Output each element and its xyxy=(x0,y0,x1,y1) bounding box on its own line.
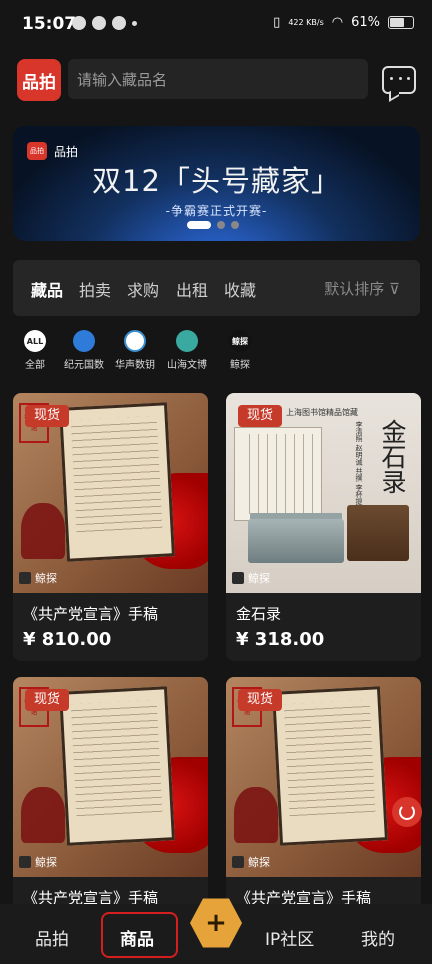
sort-button[interactable]: 默认排序 ⊽ xyxy=(324,278,400,299)
stock-badge: 现货 xyxy=(238,689,283,711)
dot-icon xyxy=(132,21,137,26)
banner-subtitle: -争霸赛正式开赛- xyxy=(165,204,268,218)
brand-label: 华声数钥 xyxy=(115,360,155,371)
book-box-graphic xyxy=(347,505,409,561)
brand-label: 全部 xyxy=(25,360,45,371)
nav-home[interactable]: 品拍 xyxy=(35,925,69,950)
brand-huasheng[interactable]: 华声数钥 xyxy=(115,330,155,371)
tab-rent[interactable]: 出租 xyxy=(176,277,208,301)
manuscript-graphic xyxy=(59,686,175,846)
filter-icon: ⊽ xyxy=(389,280,400,298)
tab-favorites[interactable]: 收藏 xyxy=(224,277,256,301)
shop-logo-icon xyxy=(19,856,31,868)
bust-graphic xyxy=(21,503,65,559)
stock-badge: 现货 xyxy=(25,689,70,711)
category-tabs: 藏品 拍卖 求购 出租 收藏 默认排序 ⊽ xyxy=(13,260,420,316)
brand-label: 山海文博 xyxy=(167,360,207,371)
tab-collection[interactable]: 藏品 xyxy=(31,277,63,301)
shop-logo-icon xyxy=(232,572,244,584)
pager-dot-active[interactable] xyxy=(187,221,211,229)
active-nav-highlight xyxy=(101,912,178,958)
shop-label: 鲸探 xyxy=(232,570,270,586)
notification-icons xyxy=(72,16,137,30)
shop-logo-icon xyxy=(232,856,244,868)
banner-title: 双12「头号藏家」 xyxy=(92,164,341,198)
refresh-icon[interactable] xyxy=(392,797,422,827)
wifi-icon: ◠ xyxy=(331,15,344,30)
product-price: ¥ 318.00 xyxy=(236,629,325,650)
manuscript-graphic xyxy=(59,402,175,562)
app-logo[interactable]: 品拍 xyxy=(17,59,61,101)
status-bar: 15:07 ▯ 422 KB/s ◠ 61% xyxy=(0,0,432,50)
product-price: ¥ 810.00 xyxy=(23,629,112,650)
manuscript-graphic xyxy=(272,686,388,846)
vibrate-icon: ▯ xyxy=(273,15,281,30)
brand-filter: ALL 全部 纪元国数 华声数钥 山海文博 鲸探 鲸探 xyxy=(0,330,432,376)
status-right: ▯ 422 KB/s ◠ 61% xyxy=(273,15,414,30)
shop-logo-icon xyxy=(19,572,31,584)
bust-graphic xyxy=(21,787,65,843)
book-page-graphic xyxy=(234,427,322,521)
check-icon xyxy=(72,16,86,30)
book-header-text: 上海图书馆精品馆藏 xyxy=(286,408,358,417)
tab-wanted[interactable]: 求购 xyxy=(127,277,159,301)
sort-label: 默认排序 xyxy=(324,280,385,298)
message-icon[interactable] xyxy=(382,66,416,94)
battery-icon xyxy=(388,16,414,29)
tab-auction[interactable]: 拍卖 xyxy=(79,277,111,301)
product-card[interactable]: 千呼百诺 现货 鲸探 《共产党宣言》手稿 xyxy=(13,677,208,917)
brand-jingtan[interactable]: 鲸探 鲸探 xyxy=(229,330,251,371)
shanhai-logo-icon xyxy=(176,330,198,352)
crown-icon xyxy=(92,16,106,30)
nav-profile[interactable]: 我的 xyxy=(361,925,395,950)
search-input[interactable] xyxy=(68,59,359,101)
battery-percent: 61% xyxy=(351,15,380,30)
jingtan-logo-icon: 鲸探 xyxy=(229,330,251,352)
brand-all[interactable]: ALL 全部 xyxy=(24,330,46,371)
brand-jiyuan[interactable]: 纪元国数 xyxy=(64,330,104,371)
plus-icon: + xyxy=(205,908,227,938)
jiyuan-logo-icon xyxy=(73,330,95,352)
stock-badge: 现货 xyxy=(238,405,283,427)
product-name: 金石录 xyxy=(236,605,282,623)
brand-shanhai[interactable]: 山海文博 xyxy=(167,330,207,371)
shop-label: 鲸探 xyxy=(19,854,57,870)
product-card[interactable]: 千呼百诺 现货 鲸探 《共产党宣言》手稿 xyxy=(226,677,421,917)
banner-pager xyxy=(187,221,239,229)
huasheng-logo-icon xyxy=(124,330,146,352)
all-icon: ALL xyxy=(24,330,46,352)
pager-dot[interactable] xyxy=(217,221,225,229)
product-card[interactable]: 千呼百诺 现货 鲸探 《共产党宣言》手稿 ¥ 810.00 xyxy=(13,393,208,661)
brand-label: 纪元国数 xyxy=(64,360,104,371)
nav-ip-community[interactable]: IP社区 xyxy=(265,925,314,950)
search-box[interactable] xyxy=(68,59,368,101)
book-title-art: 金石录 xyxy=(378,419,407,494)
product-card[interactable]: 上海图书馆精品馆藏 金石录 李清照 赵明诚 共撰 李杯提信手编 现货 鲸探 金石… xyxy=(226,393,421,661)
banner-brand-label: 品拍 xyxy=(54,144,79,159)
stock-badge: 现货 xyxy=(25,405,70,427)
promo-banner[interactable]: 品拍 品拍 双12「头号藏家」 -争霸赛正式开赛- xyxy=(13,126,420,241)
shop-label: 鲸探 xyxy=(232,854,270,870)
book-stack-graphic xyxy=(248,519,344,563)
shop-label: 鲸探 xyxy=(19,570,57,586)
app-icon xyxy=(112,16,126,30)
status-time: 15:07 xyxy=(22,14,77,34)
pager-dot[interactable] xyxy=(231,221,239,229)
brand-label: 鲸探 xyxy=(230,360,250,371)
bust-graphic xyxy=(234,787,278,843)
product-name: 《共产党宣言》手稿 xyxy=(23,605,159,623)
net-speed: 422 KB/s xyxy=(288,17,324,27)
